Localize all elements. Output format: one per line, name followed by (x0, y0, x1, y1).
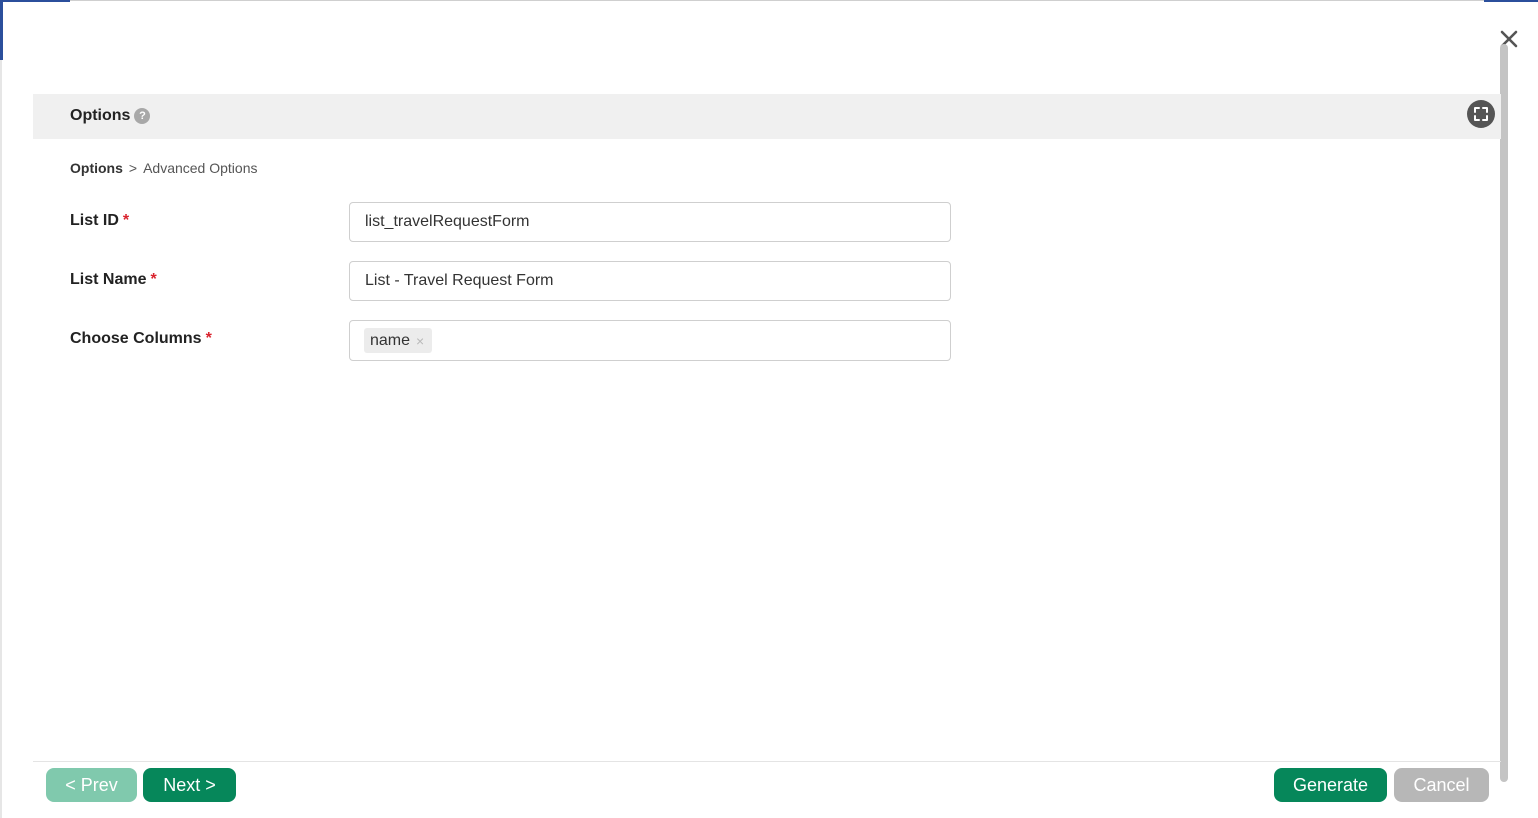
breadcrumb-separator: > (128, 160, 138, 176)
breadcrumb-current: Advanced Options (143, 160, 258, 176)
page-title-text: Options (70, 107, 131, 124)
prev-button[interactable]: < Prev (46, 768, 137, 802)
fullscreen-button[interactable] (1467, 100, 1495, 128)
breadcrumb-root[interactable]: Options (70, 160, 123, 176)
chip-label: name (370, 331, 411, 349)
chip-remove-icon[interactable]: × (416, 333, 424, 349)
required-mark: * (122, 212, 130, 229)
footer-divider (33, 761, 1501, 762)
list-name-input[interactable] (349, 261, 951, 301)
selected-column-chip: name × (364, 328, 433, 353)
left-border (0, 0, 2, 818)
breadcrumb: Options > Advanced Options (70, 160, 257, 176)
cancel-button[interactable]: Cancel (1394, 768, 1489, 802)
top-border (0, 0, 1538, 1)
generate-button[interactable]: Generate (1274, 768, 1387, 802)
next-button[interactable]: Next > (143, 768, 236, 802)
dialog-window: Options ? Options > Advanced Options List … (0, 0, 1538, 818)
choose-columns-label-text: Choose Columns (70, 330, 202, 347)
fullscreen-icon (1474, 107, 1488, 121)
list-id-label: List ID * (70, 212, 129, 230)
required-mark: * (150, 271, 157, 288)
list-name-label: List Name * (70, 271, 157, 289)
options-header: Options ? (33, 94, 1501, 139)
left-accent (0, 0, 3, 60)
top-accent-left (0, 0, 70, 2)
list-name-label-text: List Name (70, 271, 147, 288)
list-id-label-text: List ID (70, 212, 119, 229)
top-accent-right (1484, 0, 1538, 2)
help-icon[interactable]: ? (134, 108, 151, 124)
list-id-input[interactable] (349, 202, 951, 242)
required-mark: * (205, 330, 212, 347)
page-title: Options ? (70, 107, 151, 125)
choose-columns-select[interactable]: name × (349, 320, 951, 361)
vertical-scrollbar[interactable] (1500, 44, 1508, 782)
choose-columns-label: Choose Columns * (70, 330, 212, 348)
